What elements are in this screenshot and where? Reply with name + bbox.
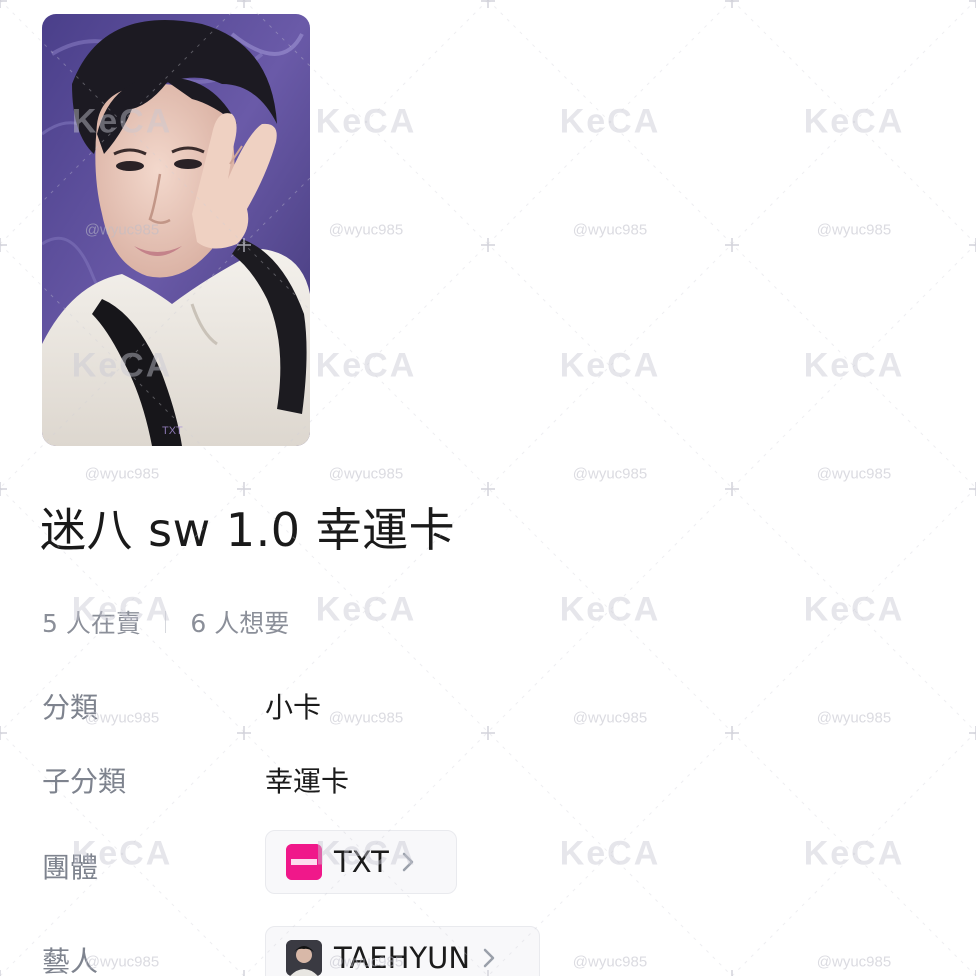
watermark-handle: @wyuc985 [572,953,648,971]
watermark-cross-icon [969,969,976,976]
watermark-cross-icon [481,0,495,8]
watermark-cross-icon [725,725,739,740]
watermark-logo: KeCA [559,834,661,873]
product-stats: 5 人在賣 6 人想要 [42,604,289,640]
watermark-handle: @wyuc985 [572,465,648,483]
category-value: 小卡 [265,691,322,724]
watermark-cross-icon [481,481,495,496]
watermark-cross-icon [725,0,739,8]
watermark-cross-icon [237,725,251,740]
watermark-logo: KeCA [315,102,417,141]
watermark-handle: @wyuc985 [816,465,892,483]
product-title: 迷八 sw 1.0 幸運卡 [40,503,456,557]
watermark-logo: KeCA [803,590,905,629]
artist-label: 藝人 [42,945,99,976]
chevron-right-icon [482,947,496,969]
subcategory-label: 子分類 [42,765,127,798]
watermark-cross-icon [969,481,976,496]
watermark-logo: KeCA [559,590,661,629]
watermark-logo: KeCA [559,102,661,141]
watermark-cross-icon [481,725,495,740]
group-chip[interactable]: TXT [265,830,457,894]
watermark-cross-icon [237,969,251,976]
watermark-handle: @wyuc985 [328,221,404,239]
watermark-handle: @wyuc985 [328,709,404,727]
watermark-logo: KeCA [803,102,905,141]
svg-text:TXT: TXT [162,425,183,437]
txt-logo-icon [286,844,322,880]
watermark-cross-icon [0,969,7,976]
photocard-image[interactable]: TXT [42,14,310,446]
subcategory-value: 幸運卡 [265,765,350,798]
watermark-cross-icon [237,0,251,8]
watermark-cross-icon [969,0,976,8]
watermark-handle: @wyuc985 [816,709,892,727]
category-label: 分類 [42,691,99,724]
watermark-cross-icon [725,237,739,252]
watermark-cross-icon [725,969,739,976]
watermark-cross-icon [0,0,7,8]
wanted-count[interactable]: 6 人想要 [190,604,289,640]
artist-avatar-icon [286,940,322,976]
watermark-cross-icon [969,237,976,252]
watermark-cross-icon [725,481,739,496]
watermark-cross-icon [0,237,7,252]
watermark-handle: @wyuc985 [816,953,892,971]
watermark-handle: @wyuc985 [84,465,160,483]
watermark-logo: KeCA [803,346,905,385]
artist-chip-label: TAEHYUN [334,941,471,975]
chevron-right-icon [401,851,415,873]
watermark-handle: @wyuc985 [572,221,648,239]
group-label: 團體 [42,851,99,884]
watermark-handle: @wyuc985 [816,221,892,239]
photocard-illustration: TXT [42,14,310,446]
watermark-cross-icon [481,237,495,252]
watermark-cross-icon [969,725,976,740]
watermark-cross-icon [237,481,251,496]
watermark-handle: @wyuc985 [572,709,648,727]
product-detail-page: TXT 迷八 sw 1.0 幸運卡 5 人在賣 6 人想要 分類 小卡 子分類 … [0,0,976,976]
watermark-cross-icon [0,725,7,740]
group-chip-label: TXT [334,845,389,879]
watermark-logo: KeCA [315,590,417,629]
watermark-logo: KeCA [315,346,417,385]
sellers-count[interactable]: 5 人在賣 [42,604,141,640]
artist-chip[interactable]: TAEHYUN [265,926,540,976]
watermark-cross-icon [0,481,7,496]
watermark-logo: KeCA [803,834,905,873]
stats-divider [164,611,167,633]
watermark-logo: KeCA [559,346,661,385]
watermark-handle: @wyuc985 [328,465,404,483]
